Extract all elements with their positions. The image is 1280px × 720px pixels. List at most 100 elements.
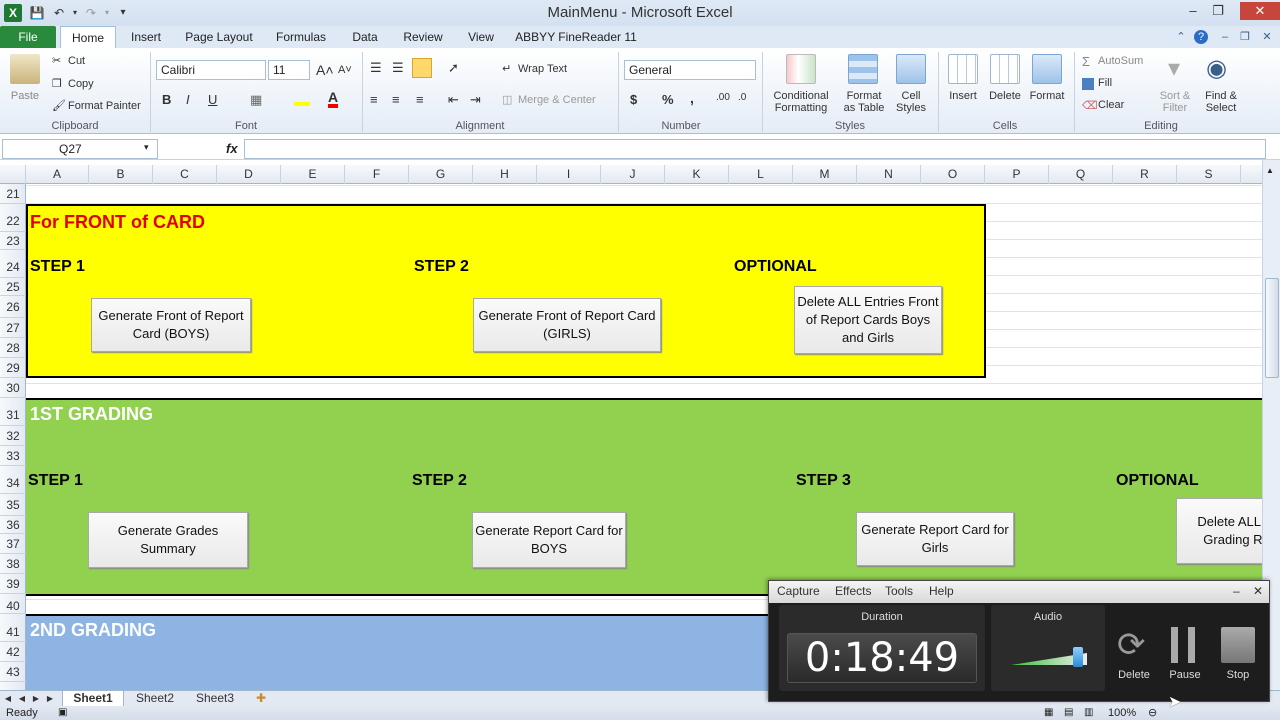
page-break-view-icon[interactable]: ▥ [1084, 707, 1093, 718]
column-header[interactable]: I [537, 165, 601, 184]
column-header[interactable]: M [793, 165, 857, 184]
minimize-ribbon-icon[interactable]: ⌃ [1174, 30, 1188, 44]
row-header[interactable]: 24 [0, 250, 26, 278]
sheet-tab-1[interactable]: Sheet1 [62, 691, 124, 707]
row-header[interactable]: 37 [0, 534, 26, 554]
row-header[interactable]: 27 [0, 318, 26, 338]
align-left-icon[interactable]: ≡ [370, 92, 378, 107]
sheet-tab-2[interactable]: Sheet2 [126, 691, 184, 707]
help-icon[interactable]: ? [1194, 30, 1208, 44]
name-box-dropdown-icon[interactable]: ▾ [144, 142, 149, 153]
row-header[interactable]: 31 [0, 398, 26, 426]
row-header[interactable]: 26 [0, 296, 26, 318]
align-center-icon[interactable]: ≡ [392, 92, 400, 107]
comma-button[interactable]: , [690, 90, 694, 106]
format-as-table-button[interactable]: Format as Table [836, 90, 892, 114]
column-header[interactable]: H [473, 165, 537, 184]
delete-grading-entries-button[interactable]: Delete ALL Entries Grading Reports [1176, 498, 1262, 564]
recorder-close-icon[interactable]: ✕ [1253, 584, 1263, 598]
pause-button[interactable]: Pause [1165, 669, 1205, 681]
tab-formulas[interactable]: Formulas [270, 26, 332, 48]
align-top-icon[interactable]: ☰ [370, 60, 382, 76]
delete-cells-button[interactable]: Delete [984, 90, 1026, 102]
sort-filter-icon[interactable]: ▾ [1168, 54, 1180, 83]
increase-decimal-icon[interactable]: .00 [716, 92, 730, 103]
column-header[interactable]: K [665, 165, 729, 184]
row-header[interactable]: 21 [0, 184, 26, 204]
find-select-button[interactable]: Find & Select [1198, 90, 1244, 114]
column-header[interactable]: D [217, 165, 281, 184]
column-header[interactable]: A [26, 165, 89, 184]
percent-button[interactable]: % [662, 92, 674, 107]
copy-button[interactable]: Copy [68, 78, 94, 90]
last-sheet-icon[interactable]: ▶ [44, 691, 56, 707]
restore-icon[interactable]: ❐ [1207, 2, 1229, 20]
insert-sheet-icon[interactable]: ✚ [250, 691, 272, 707]
number-format-combo[interactable]: General [624, 60, 756, 80]
delete-recording-button[interactable]: Delete [1113, 669, 1155, 681]
tab-abbyy[interactable]: ABBYY FineReader 11 [514, 26, 638, 48]
column-header[interactable]: E [281, 165, 345, 184]
tab-review[interactable]: Review [398, 26, 448, 48]
align-right-icon[interactable]: ≡ [416, 92, 424, 107]
generate-front-girls-button[interactable]: Generate Front of Report Card (GIRLS) [473, 298, 661, 352]
formula-input[interactable] [244, 139, 1266, 159]
insert-function-icon[interactable]: fx [226, 141, 238, 156]
scroll-up-icon[interactable]: ▲ [1266, 166, 1274, 175]
row-header[interactable]: 35 [0, 494, 26, 516]
column-header[interactable]: G [409, 165, 473, 184]
delete-recording-icon[interactable]: ⟳ [1117, 625, 1146, 665]
next-sheet-icon[interactable]: ▶ [30, 691, 42, 707]
decrease-decimal-icon[interactable]: .0 [738, 92, 746, 103]
conditional-formatting-icon[interactable] [786, 54, 816, 84]
autosum-button[interactable]: AutoSum [1098, 55, 1143, 67]
format-cells-icon[interactable] [1032, 54, 1062, 84]
increase-indent-icon[interactable]: ⇥ [470, 92, 481, 108]
column-header[interactable]: S [1177, 165, 1241, 184]
column-header[interactable]: J [601, 165, 665, 184]
recorder-menu-help[interactable]: Help [929, 584, 954, 598]
row-header[interactable]: 36 [0, 516, 26, 534]
row-header[interactable]: 29 [0, 358, 26, 378]
minimize-icon[interactable]: – [1182, 2, 1204, 20]
font-size-combo[interactable]: 11 [268, 60, 310, 80]
column-header[interactable]: B [89, 165, 153, 184]
page-layout-view-icon[interactable]: ▤ [1064, 707, 1073, 718]
clear-button[interactable]: Clear [1098, 99, 1124, 111]
italic-button[interactable]: I [186, 92, 190, 107]
tab-insert[interactable]: Insert [124, 26, 168, 48]
name-box[interactable]: Q27 [2, 139, 158, 159]
row-header[interactable]: 41 [0, 614, 26, 642]
generate-report-card-boys-button[interactable]: Generate Report Card for BOYS [472, 512, 626, 568]
row-header[interactable]: 43 [0, 662, 26, 682]
select-all-corner[interactable] [0, 165, 26, 184]
sheet-tab-3[interactable]: Sheet3 [186, 691, 244, 707]
tab-file[interactable]: File [0, 26, 56, 48]
macro-record-icon[interactable]: ▣ [58, 707, 67, 718]
column-header[interactable]: O [921, 165, 985, 184]
row-header[interactable]: 23 [0, 232, 26, 250]
row-header[interactable]: 33 [0, 446, 26, 466]
tab-page-layout[interactable]: Page Layout [180, 26, 258, 48]
format-cells-button[interactable]: Format [1024, 90, 1070, 102]
tab-view[interactable]: View [460, 26, 502, 48]
grow-font-icon[interactable]: A˄ [316, 62, 334, 78]
column-header[interactable]: P [985, 165, 1049, 184]
merge-center-button[interactable]: Merge & Center [518, 94, 596, 106]
align-bottom-icon[interactable] [412, 58, 432, 78]
font-name-combo[interactable]: Calibri [156, 60, 266, 80]
workbook-close-icon[interactable]: ✕ [1260, 30, 1274, 44]
currency-button[interactable]: $ [630, 92, 637, 107]
generate-front-boys-button[interactable]: Generate Front of Report Card (BOYS) [91, 298, 251, 352]
insert-cells-button[interactable]: Insert [942, 90, 984, 102]
zoom-out-icon[interactable]: ⊖ [1148, 706, 1157, 719]
row-header[interactable]: 28 [0, 338, 26, 358]
normal-view-icon[interactable]: ▦ [1044, 707, 1053, 718]
row-header[interactable]: 22 [0, 204, 26, 232]
column-header[interactable]: R [1113, 165, 1177, 184]
stop-icon[interactable] [1221, 627, 1255, 663]
column-header[interactable]: N [857, 165, 921, 184]
audio-level-slider[interactable] [1073, 647, 1083, 667]
sort-filter-button[interactable]: Sort & Filter [1154, 90, 1196, 114]
binoculars-icon[interactable]: ◉ [1206, 54, 1227, 83]
